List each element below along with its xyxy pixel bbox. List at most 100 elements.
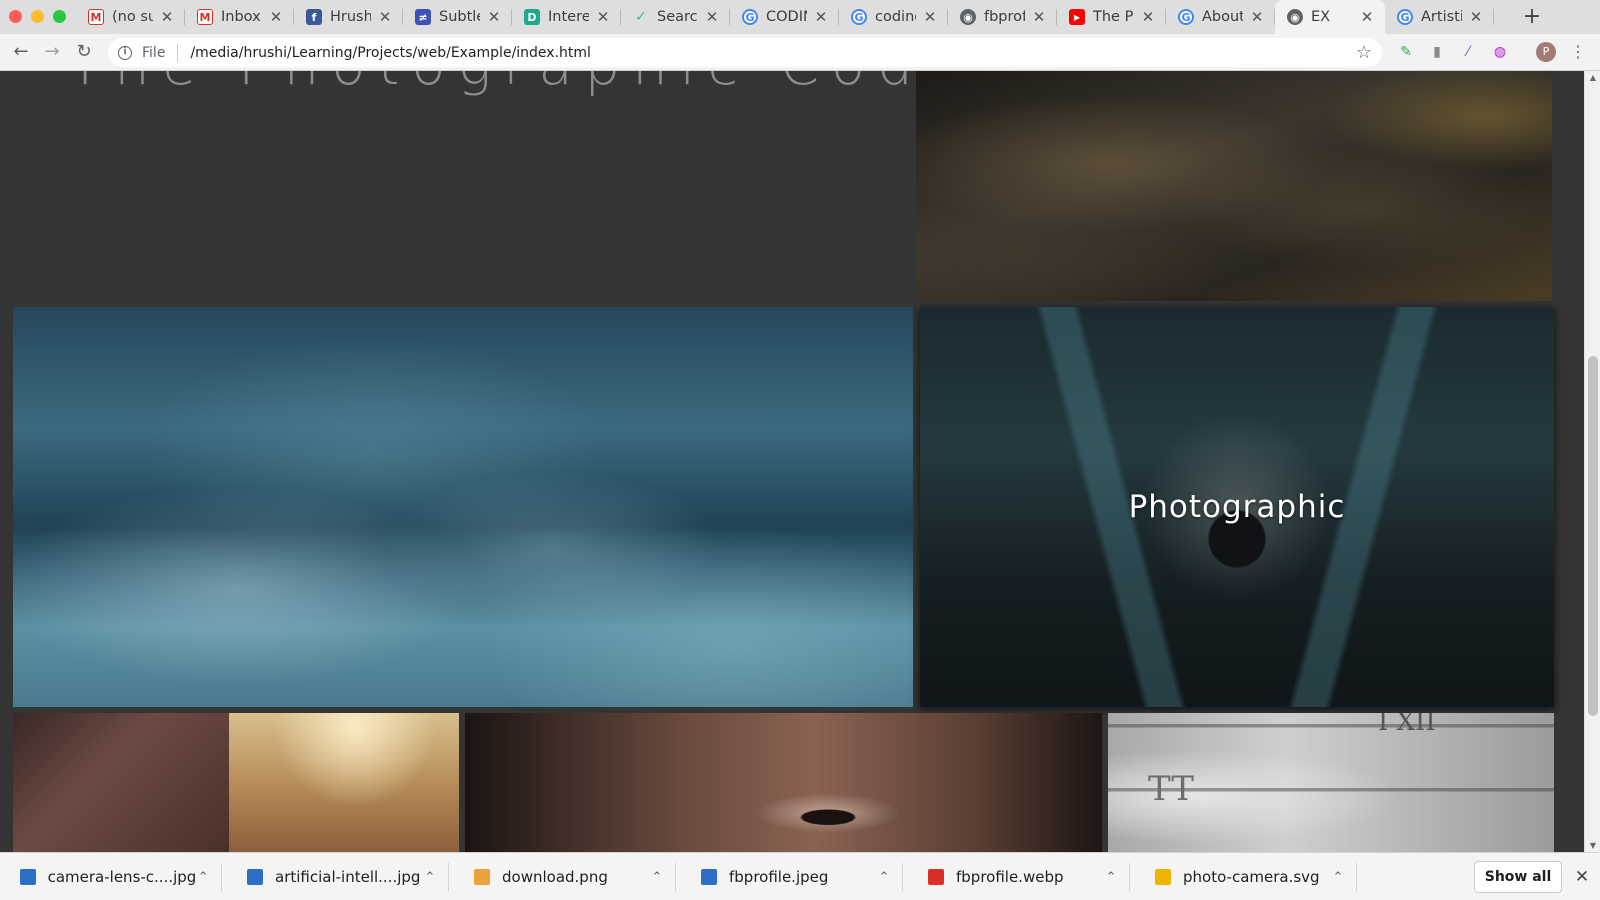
close-tab-icon[interactable]: ✕ [268, 8, 284, 26]
download-item[interactable]: artificial-intell....jpg ⌃ [227, 853, 449, 900]
google-icon: G [1178, 9, 1194, 25]
tab-gmail-1[interactable]: M (no sul ✕ [76, 0, 185, 34]
page-scrollbar[interactable]: ▲ ▼ [1584, 71, 1600, 852]
tab-interesting[interactable]: D Interes ✕ [512, 0, 621, 34]
bookmark-star-icon[interactable]: ☆ [1356, 42, 1372, 63]
image-file-icon [20, 869, 36, 885]
close-tab-icon[interactable]: ✕ [1359, 8, 1375, 26]
download-filename: camera-lens-c....jpg [47, 868, 197, 886]
forward-arrow-icon[interactable]: → [41, 41, 63, 63]
close-tab-icon[interactable]: ✕ [377, 8, 393, 26]
close-tab-icon[interactable]: ✕ [159, 8, 175, 26]
back-arrow-icon[interactable]: ← [10, 41, 32, 63]
gmail-icon: M [197, 9, 213, 25]
close-tab-icon[interactable]: ✕ [1249, 8, 1265, 26]
new-tab-button[interactable]: + [1520, 5, 1544, 29]
scrollbar-thumb[interactable] [1588, 356, 1598, 716]
window-close-button[interactable] [9, 10, 22, 23]
download-item[interactable]: fbprofile.jpeg ⌃ [681, 853, 903, 900]
tab-title: Hrushi [330, 9, 371, 25]
address-bar[interactable]: i File /media/hrushi/Learning/Projects/w… [108, 38, 1382, 67]
tab-title: The Ph [1093, 9, 1134, 25]
wall-inscription: I XII [1378, 713, 1436, 737]
tab-title: (no sul [112, 9, 153, 25]
close-tab-icon[interactable]: ✕ [1468, 8, 1484, 26]
info-icon[interactable]: i [118, 45, 132, 60]
chevron-up-icon[interactable]: ⌃ [196, 870, 210, 885]
extension-pen-icon[interactable]: ✎ [1396, 42, 1416, 62]
extension-bottle-icon[interactable]: ▮ [1427, 42, 1447, 62]
address-separator [177, 43, 179, 62]
chevron-up-icon[interactable]: ⌃ [423, 870, 437, 885]
tab-ex-active[interactable]: ◉ EX ✕ [1275, 0, 1385, 34]
close-tab-icon[interactable]: ✕ [1140, 8, 1156, 26]
subtle-icon: ≠ [415, 9, 431, 25]
tab-about[interactable]: G About ✕ [1166, 0, 1275, 34]
photographer-photo-card[interactable]: Photographic [920, 307, 1554, 707]
tab-title: Subtle [439, 9, 480, 25]
tab-artistic[interactable]: G Artisti ✕ [1385, 0, 1494, 34]
d-icon: D [524, 9, 540, 25]
close-tab-icon[interactable]: ✕ [813, 8, 829, 26]
google-icon: G [742, 9, 758, 25]
tab-title: EX [1311, 9, 1331, 25]
chevron-up-icon[interactable]: ⌃ [650, 870, 664, 885]
tab-coding-2[interactable]: G coding ✕ [839, 0, 948, 34]
site-title: The Photographic Coder [68, 71, 1006, 98]
stone-wall-photo: TT I XII [1108, 713, 1554, 852]
close-shelf-icon[interactable]: ✕ [1572, 865, 1592, 889]
scroll-up-arrow-icon[interactable]: ▲ [1588, 73, 1598, 82]
tab-search[interactable]: ✓ Search ✕ [621, 0, 730, 34]
tab-subtle[interactable]: ≠ Subtle ✕ [403, 0, 512, 34]
chevron-up-icon[interactable]: ⌃ [877, 870, 891, 885]
tab-youtube[interactable]: ▶ The Ph ✕ [1057, 0, 1166, 34]
chevron-up-icon[interactable]: ⌃ [1104, 870, 1118, 885]
facebook-icon: f [306, 9, 322, 25]
window-maximize-button[interactable] [53, 10, 66, 23]
tab-gmail-2[interactable]: M Inbox - ✕ [185, 0, 294, 34]
tab-title: Interes [548, 9, 589, 25]
extension-dropper-icon[interactable]: ⁄ [1458, 42, 1478, 62]
close-tab-icon[interactable]: ✕ [1031, 8, 1047, 26]
close-tab-icon[interactable]: ✕ [704, 8, 720, 26]
eye-photo [465, 713, 1102, 852]
scroll-down-arrow-icon[interactable]: ▼ [1588, 841, 1598, 850]
download-filename: artificial-intell....jpg [275, 868, 421, 886]
photo-overlay-caption: Photographic [1128, 489, 1346, 525]
globe-icon: ◉ [960, 9, 976, 25]
tab-facebook[interactable]: f Hrushi ✕ [294, 0, 403, 34]
extension-circle-icon[interactable]: ◍ [1490, 42, 1510, 62]
download-item[interactable]: photo-camera.svg ⌃ [1135, 853, 1357, 900]
show-all-downloads-button[interactable]: Show all [1474, 861, 1562, 893]
download-item[interactable]: download.png ⌃ [454, 853, 676, 900]
google-icon: G [851, 9, 867, 25]
browser-toolbar: ← → ↻ i File /media/hrushi/Learning/Proj… [0, 34, 1600, 71]
tab-title: Search [657, 9, 698, 25]
download-item[interactable]: fbprofile.webp ⌃ [908, 853, 1130, 900]
download-item[interactable]: camera-lens-c....jpg ⌃ [0, 853, 222, 900]
tab-title: coding [875, 9, 916, 25]
youtube-icon: ▶ [1069, 9, 1085, 25]
image-file-icon [247, 869, 263, 885]
download-filename: fbprofile.webp [956, 868, 1064, 886]
close-tab-icon[interactable]: ✕ [595, 8, 611, 26]
chevron-up-icon[interactable]: ⌃ [1331, 870, 1345, 885]
close-tab-icon[interactable]: ✕ [486, 8, 502, 26]
download-filename: fbprofile.jpeg [729, 868, 829, 886]
image-file-icon [701, 869, 717, 885]
close-tab-icon[interactable]: ✕ [922, 8, 938, 26]
reload-icon[interactable]: ↻ [73, 41, 95, 63]
tab-title: Artisti [1421, 9, 1462, 25]
window-minimize-button[interactable] [31, 10, 44, 23]
url-text[interactable]: /media/hrushi/Learning/Projects/web/Exam… [190, 45, 1355, 61]
gmail-icon: M [88, 9, 104, 25]
forest-photo [229, 713, 459, 852]
tab-fbprofile[interactable]: ◉ fbprof ✕ [948, 0, 1057, 34]
tab-coding-1[interactable]: G CODIN ✕ [730, 0, 839, 34]
avatar[interactable]: P [1536, 42, 1556, 62]
vue-icon: ✓ [635, 9, 647, 25]
brick-photo [13, 713, 229, 852]
url-scheme-label: File [142, 44, 166, 61]
kebab-menu-icon[interactable]: ⋮ [1570, 42, 1586, 62]
download-shelf: camera-lens-c....jpg ⌃ artificial-intell… [0, 852, 1600, 900]
